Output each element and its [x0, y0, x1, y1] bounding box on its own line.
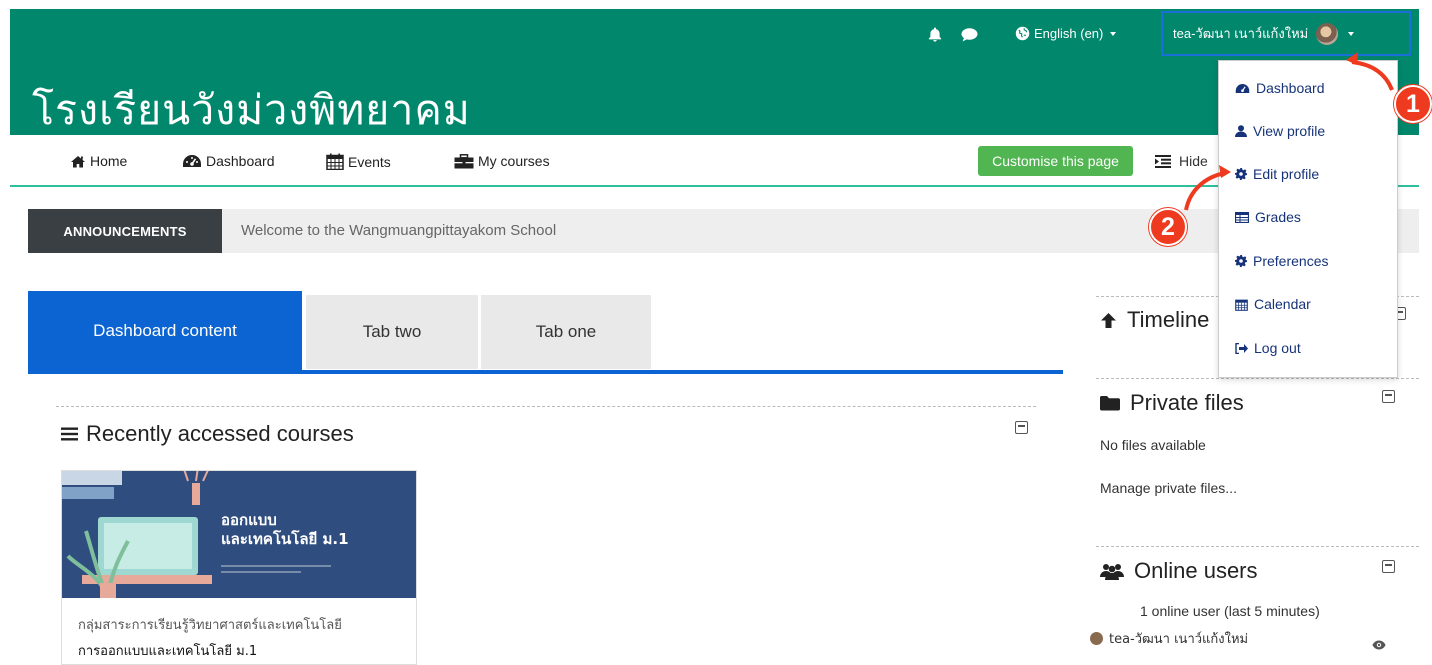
user-icon [1235, 125, 1247, 137]
nav-events[interactable]: Events [326, 153, 391, 170]
online-users-title: Online users [1134, 558, 1258, 583]
chevron-down-icon [1348, 31, 1355, 36]
avatar [1316, 22, 1339, 45]
folder-icon [1100, 396, 1120, 411]
course-name[interactable]: การออกแบบและเทคโนโลยี ม.1 [78, 640, 257, 661]
menu-item-dashboard[interactable]: Dashboard [1235, 80, 1325, 96]
online-user-item[interactable]: tea-วัฒนา เนาว์แก้งใหม่ [1090, 628, 1248, 649]
timeline-title: Timeline [1127, 307, 1210, 332]
nav-events-label: Events [348, 153, 391, 170]
cog-icon [1235, 255, 1247, 267]
hide-blocks-button[interactable]: Hide [1155, 153, 1208, 169]
arrow-up-icon [1101, 312, 1116, 328]
announcement-tag: ANNOUNCEMENTS [28, 209, 222, 253]
menu-item-grades[interactable]: Grades [1235, 209, 1301, 225]
nav-home[interactable]: Home [70, 153, 127, 169]
collapse-icon[interactable] [1382, 390, 1395, 403]
avatar [1090, 632, 1103, 645]
eye-icon[interactable] [1372, 637, 1386, 655]
bell-icon[interactable] [928, 27, 942, 47]
nav-dashboard[interactable]: Dashboard [182, 153, 275, 169]
menu-item-grades-label: Grades [1255, 209, 1301, 225]
manage-private-files-link[interactable]: Manage private files... [1100, 480, 1237, 496]
briefcase-icon [454, 153, 474, 168]
announcement-bar: ANNOUNCEMENTS Welcome to the Wangmuangpi… [28, 209, 1419, 253]
recent-courses-title: Recently accessed courses [86, 421, 354, 446]
tab-one[interactable]: Tab one [481, 295, 651, 369]
menu-item-preferences[interactable]: Preferences [1235, 253, 1328, 269]
hide-label: Hide [1179, 153, 1208, 169]
private-files-title: Private files [1130, 390, 1244, 415]
customise-page-button[interactable]: Customise this page [978, 146, 1133, 176]
dashboard-icon [1235, 83, 1250, 93]
online-user-name: tea-วัฒนา เนาว์แก้งใหม่ [1109, 632, 1249, 647]
timeline-block-heading: Timeline [1100, 307, 1209, 333]
language-menu[interactable]: English (en) [1015, 26, 1117, 41]
nav-my-courses[interactable]: My courses [454, 153, 550, 169]
chat-icon[interactable] [961, 28, 978, 47]
dashboard-tabs: Dashboard content Tab two Tab one [28, 291, 1063, 374]
site-title: โรงเรียนวังม่วงพิทยาคม [32, 86, 471, 134]
top-navbar: English (en) tea-วัฒนา เนาว์แก้งใหม่ [10, 9, 1419, 60]
username-label: tea-วัฒนา เนาว์แก้งใหม่ [1173, 26, 1309, 41]
collapse-icon[interactable] [1015, 421, 1028, 434]
divider [1096, 546, 1419, 547]
step-2-marker: 2 [1149, 208, 1187, 246]
language-label: English (en) [1034, 26, 1104, 41]
site-header: โรงเรียนวังม่วงพิทยาคม [10, 60, 1419, 135]
course-image-subtitle: และเทคโนโลยี ม.1 [221, 530, 349, 548]
divider [1096, 378, 1419, 379]
menu-item-log-out[interactable]: Log out [1235, 340, 1301, 356]
menu-item-edit-profile-label: Edit profile [1253, 166, 1320, 182]
menu-item-view-profile[interactable]: View profile [1235, 123, 1325, 139]
user-menu-dropdown: Dashboard View profile Edit profile Grad… [1218, 60, 1398, 378]
step-1-marker: 1 [1394, 85, 1432, 123]
no-files-text: No files available [1100, 437, 1206, 453]
menu-item-preferences-label: Preferences [1253, 253, 1329, 269]
tab-dashboard-content[interactable]: Dashboard content [28, 291, 302, 370]
online-users-summary: 1 online user (last 5 minutes) [1140, 603, 1320, 619]
menu-item-view-profile-label: View profile [1253, 123, 1326, 139]
nav-my-courses-label: My courses [478, 153, 550, 169]
calendar-icon [1235, 299, 1248, 311]
globe-icon [1015, 26, 1030, 41]
collapse-icon[interactable] [1382, 560, 1395, 573]
users-icon [1100, 563, 1124, 580]
course-category: กลุ่มสาระการเรียนรู้วิทยาศาสตร์และเทคโนโ… [78, 618, 342, 633]
main-navigation: Home Dashboard Events My courses Customi… [10, 135, 1419, 187]
menu-item-edit-profile[interactable]: Edit profile [1235, 166, 1319, 182]
menu-item-dashboard-label: Dashboard [1256, 80, 1325, 96]
logout-icon [1235, 342, 1248, 354]
cog-icon [1235, 168, 1247, 180]
table-icon [1235, 211, 1249, 223]
course-card[interactable]: ออกแบบ และเทคโนโลยี ม.1 กลุ่มสาระการเรีย… [61, 470, 417, 665]
recent-courses-heading: Recently accessed courses [61, 421, 354, 447]
divider [56, 406, 1036, 407]
dashboard-icon [183, 155, 201, 167]
course-image-line [221, 571, 301, 573]
nav-home-label: Home [90, 153, 128, 169]
nav-dashboard-label: Dashboard [206, 153, 275, 169]
menu-item-calendar[interactable]: Calendar [1235, 296, 1311, 312]
calendar-icon [326, 153, 344, 170]
tab-two[interactable]: Tab two [306, 295, 478, 369]
online-users-heading: Online users [1100, 558, 1258, 584]
course-image: ออกแบบ และเทคโนโลยี ม.1 [62, 471, 416, 598]
bars-icon [61, 427, 78, 441]
indent-icon [1155, 154, 1171, 168]
announcement-message: Welcome to the Wangmuangpittayakom Schoo… [241, 222, 557, 239]
private-files-heading: Private files [1100, 390, 1244, 416]
course-image-line [221, 565, 331, 567]
user-menu-toggle[interactable]: tea-วัฒนา เนาว์แก้งใหม่ [1161, 11, 1411, 56]
menu-item-calendar-label: Calendar [1254, 296, 1311, 312]
home-icon [71, 155, 85, 167]
menu-item-log-out-label: Log out [1254, 340, 1301, 356]
chevron-down-icon [1110, 31, 1117, 36]
